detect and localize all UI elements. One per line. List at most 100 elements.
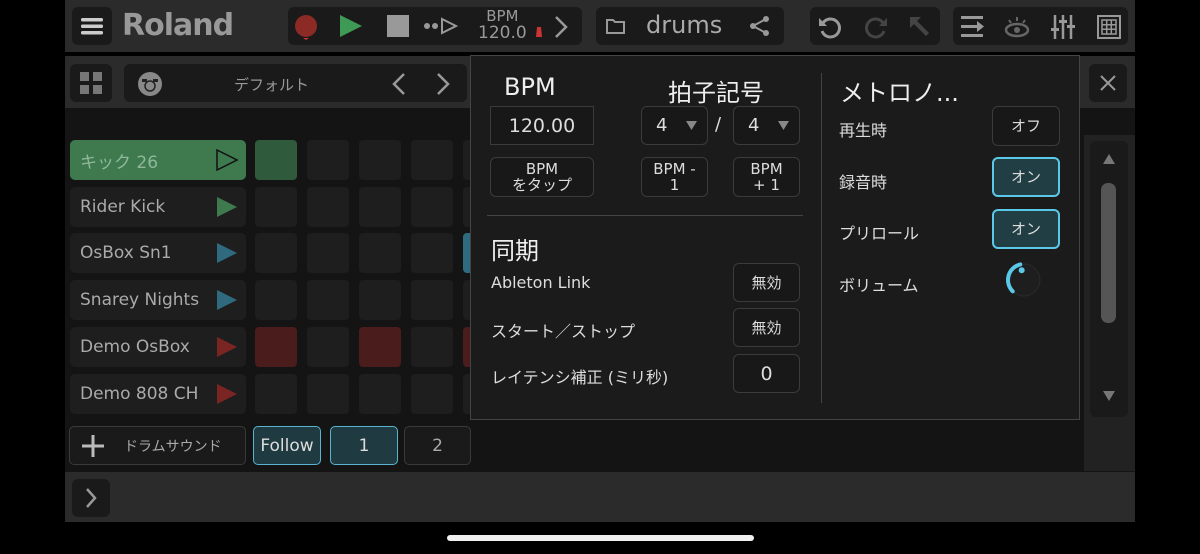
step-pad[interactable] (255, 280, 297, 321)
scroll-down-icon[interactable] (1103, 391, 1115, 401)
bpm-title: BPM (504, 73, 556, 101)
volume-label: ボリューム (839, 276, 919, 295)
step-pad[interactable] (411, 326, 453, 367)
mixer-icon[interactable] (1051, 14, 1075, 40)
page-1-button[interactable]: 1 (330, 426, 398, 465)
bpm-minus-line2: 1 (669, 176, 680, 194)
step-pad[interactable] (359, 186, 401, 227)
step-pad[interactable] (411, 140, 453, 180)
roland-logo: Roland (122, 8, 234, 43)
bpm-minus-line1: BPM - (653, 160, 696, 178)
tap-bpm-button[interactable]: BPM をタップ (490, 157, 594, 197)
step-pad[interactable] (307, 326, 349, 367)
page-2-button[interactable]: 2 (404, 426, 471, 465)
add-drum-sound-button[interactable]: ドラムサウンド (69, 426, 246, 465)
track-1[interactable]: キック 26 (70, 140, 246, 180)
pointer-icon[interactable] (908, 15, 932, 39)
share-icon[interactable] (749, 16, 771, 36)
bpm-plus-line1: BPM (750, 160, 783, 178)
tempo-settings-popup: BPM 120.00 BPM をタップ 拍子記号 4 / 4 BPM -1 BPM… (470, 55, 1080, 420)
bpm-value: 120.0 (478, 23, 527, 43)
preset-selector[interactable]: デフォルト (124, 64, 467, 102)
eye-icon[interactable] (1004, 15, 1030, 39)
undo-icon[interactable] (818, 15, 842, 39)
play-track-icon[interactable] (216, 149, 238, 171)
step-pad[interactable] (411, 233, 453, 274)
play-track-icon[interactable] (216, 242, 238, 264)
chevron-right-icon[interactable] (554, 16, 568, 38)
play-icon[interactable] (340, 15, 362, 37)
stop-icon[interactable] (387, 15, 409, 37)
list-icon[interactable] (961, 15, 985, 39)
playback-metronome-toggle[interactable]: オフ (992, 106, 1060, 146)
play-track-icon[interactable] (216, 289, 238, 311)
track-3[interactable]: OsBox Sn1 (70, 233, 246, 274)
step-icon[interactable] (424, 17, 460, 35)
bpm-minus-button[interactable]: BPM -1 (641, 157, 708, 197)
ableton-link-label: Ableton Link (491, 273, 591, 292)
time-sig-numerator-select[interactable]: 4 (641, 106, 708, 145)
bottom-bar (65, 472, 1135, 522)
scroll-thumb[interactable] (1101, 183, 1116, 323)
metronome-title: メトロノ... (840, 79, 959, 107)
step-pad[interactable] (307, 186, 349, 227)
numerator-value: 4 (656, 114, 668, 136)
dropdown-icon (778, 121, 789, 130)
step-pad[interactable] (255, 140, 297, 180)
track-2[interactable]: Rider Kick (70, 186, 246, 227)
step-pad[interactable] (307, 373, 349, 414)
chevron-right-icon (86, 488, 97, 508)
play-track-icon[interactable] (216, 196, 238, 218)
ableton-link-toggle[interactable]: 無効 (733, 263, 800, 302)
step-pad[interactable] (411, 373, 453, 414)
step-pad[interactable] (359, 233, 401, 274)
step-pad[interactable] (255, 326, 297, 367)
track-name: Demo OsBox (80, 336, 190, 357)
step-pad[interactable] (411, 280, 453, 321)
close-button[interactable] (1089, 64, 1127, 102)
preroll-toggle[interactable]: オン (992, 209, 1060, 249)
track-5[interactable]: Demo OsBox (70, 326, 246, 367)
preroll-label: プリロール (839, 224, 920, 243)
step-pad[interactable] (307, 140, 349, 180)
track-4[interactable]: Snarey Nights (70, 280, 246, 321)
bpm-input[interactable]: 120.00 (490, 106, 594, 145)
step-pad[interactable] (255, 233, 297, 274)
step-pad[interactable] (307, 233, 349, 274)
bpm-plus-button[interactable]: BPM + 1 (733, 157, 800, 197)
step-pad[interactable] (359, 326, 401, 367)
play-track-icon[interactable] (216, 336, 238, 358)
record-icon[interactable] (294, 14, 318, 40)
step-pad[interactable] (255, 373, 297, 414)
pad-view-button[interactable] (70, 64, 112, 102)
previous-preset-icon[interactable] (392, 73, 406, 95)
step-pad[interactable] (359, 373, 401, 414)
scrollbar[interactable] (1090, 141, 1128, 417)
step-pad[interactable] (307, 280, 349, 321)
step-pad[interactable] (411, 186, 453, 227)
latency-input[interactable]: 0 (733, 354, 800, 393)
follow-button[interactable]: Follow (253, 426, 321, 465)
step-pad[interactable] (359, 280, 401, 321)
folder-icon (606, 19, 625, 34)
redo-icon[interactable] (864, 15, 888, 39)
recording-label: 録音時 (839, 173, 888, 192)
start-stop-toggle[interactable]: 無効 (733, 308, 800, 347)
add-drum-sound-label: ドラムサウンド (124, 438, 222, 455)
next-preset-icon[interactable] (436, 73, 450, 95)
bpm-display[interactable]: BPM 120.0 (478, 8, 527, 42)
grid-icon[interactable] (1097, 15, 1121, 39)
step-pad[interactable] (255, 186, 297, 227)
drum-kit-icon (138, 72, 162, 96)
scroll-up-icon[interactable] (1103, 154, 1115, 164)
track-6[interactable]: Demo 808 CH (70, 373, 246, 414)
step-pad[interactable] (359, 140, 401, 180)
recording-metronome-toggle[interactable]: オン (992, 157, 1060, 197)
edit-group (810, 7, 940, 45)
menu-button[interactable] (72, 7, 112, 45)
expand-button[interactable] (72, 479, 110, 517)
project-group[interactable]: drums (596, 7, 784, 45)
play-track-icon[interactable] (216, 383, 238, 405)
time-sig-denominator-select[interactable]: 4 (733, 106, 800, 145)
volume-knob[interactable] (1002, 258, 1046, 302)
